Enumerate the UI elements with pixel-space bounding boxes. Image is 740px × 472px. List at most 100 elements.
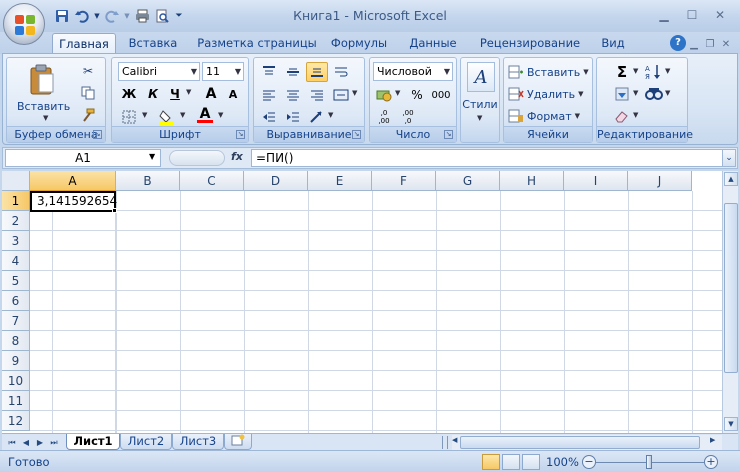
format-cells-dropdown-icon[interactable]: ▼ [575, 112, 580, 120]
fill-handle[interactable] [112, 208, 117, 213]
column-header-c[interactable]: C [180, 171, 244, 191]
column-header-j[interactable]: J [628, 171, 692, 191]
underline-dropdown-icon[interactable]: ▼ [186, 88, 191, 96]
wrap-text-icon[interactable] [330, 62, 352, 82]
currency-dropdown-icon[interactable]: ▼ [395, 89, 400, 97]
find-select-icon[interactable] [643, 84, 665, 104]
paste-dropdown-icon[interactable]: ▼ [43, 114, 48, 122]
align-middle-icon[interactable] [282, 62, 304, 82]
row-header-11[interactable]: 11 [2, 391, 30, 411]
clear-eraser-icon[interactable] [611, 106, 633, 126]
horizontal-scroll-thumb[interactable] [460, 436, 700, 449]
column-header-d[interactable]: D [244, 171, 308, 191]
autosum-dropdown-icon[interactable]: ▼ [633, 67, 638, 75]
name-box[interactable]: A1 [5, 149, 161, 167]
first-sheet-icon[interactable]: ⏮ [6, 436, 18, 449]
row-header-5[interactable]: 5 [2, 271, 30, 291]
last-sheet-icon[interactable]: ⏭ [48, 436, 60, 449]
insert-cells-button[interactable]: Вставить ▼ [508, 62, 589, 82]
doc-minimize-icon[interactable]: ▁ [686, 35, 702, 53]
next-sheet-icon[interactable]: ▶ [34, 436, 46, 449]
vertical-scrollbar[interactable]: ▲ ▼ [722, 171, 738, 433]
row-header-3[interactable]: 3 [2, 231, 30, 251]
currency-format-icon[interactable] [373, 85, 395, 105]
row-header-7[interactable]: 7 [2, 311, 30, 331]
prev-sheet-icon[interactable]: ◀ [20, 436, 32, 449]
formula-bar-handle[interactable] [169, 150, 225, 166]
borders-icon[interactable] [118, 107, 140, 127]
print-preview-icon[interactable] [152, 6, 172, 26]
autosum-button[interactable]: Σ [611, 62, 633, 82]
insert-function-icon[interactable]: fx [231, 150, 243, 163]
column-header-a[interactable]: A [30, 171, 116, 191]
column-header-b[interactable]: B [116, 171, 180, 191]
orientation-dropdown-icon[interactable]: ▼ [328, 111, 333, 119]
cell-a1[interactable]: 3,141592654 [30, 191, 117, 212]
help-icon[interactable]: ? [670, 35, 686, 51]
number-format-combo[interactable]: Числовой ▼ [373, 62, 453, 81]
row-header-2[interactable]: 2 [2, 211, 30, 231]
find-select-dropdown-icon[interactable]: ▼ [665, 89, 670, 97]
sheet-tab-2[interactable]: Лист2 [120, 434, 172, 450]
font-color-button[interactable]: A [194, 105, 216, 125]
align-left-icon[interactable] [258, 85, 280, 105]
tab-review[interactable]: Рецензирование [474, 33, 586, 54]
row-header-9[interactable]: 9 [2, 351, 30, 371]
number-format-dropdown-icon[interactable]: ▼ [444, 63, 450, 80]
merge-dropdown-icon[interactable]: ▼ [352, 89, 357, 97]
tab-home[interactable]: Главная [52, 33, 116, 54]
save-icon[interactable] [52, 6, 72, 26]
normal-view-icon[interactable] [482, 454, 500, 470]
underline-button[interactable]: Ч [164, 84, 186, 104]
clear-dropdown-icon[interactable]: ▼ [633, 111, 638, 119]
fill-dropdown-icon[interactable]: ▼ [633, 89, 638, 97]
tab-split-handle[interactable] [442, 436, 448, 449]
align-center-icon[interactable] [282, 85, 304, 105]
customize-qat-icon[interactable]: ⏷ [172, 6, 186, 26]
font-size-dropdown-icon[interactable]: ▼ [235, 63, 241, 80]
cut-icon[interactable]: ✂ [77, 61, 99, 81]
maximize-icon[interactable]: ☐ [678, 6, 706, 24]
column-header-f[interactable]: F [372, 171, 436, 191]
group-styles[interactable]: A Стили ▼ [460, 57, 500, 143]
cell-area[interactable] [30, 191, 722, 433]
bold-button[interactable]: Ж [118, 84, 140, 104]
column-header-i[interactable]: I [564, 171, 628, 191]
tab-view[interactable]: Вид [594, 33, 632, 54]
page-break-view-icon[interactable] [522, 454, 540, 470]
column-header-h[interactable]: H [500, 171, 564, 191]
expand-formula-bar-icon[interactable]: ⌄ [722, 149, 736, 167]
delete-cells-dropdown-icon[interactable]: ▼ [578, 90, 583, 98]
fill-color-dropdown-icon[interactable]: ▼ [180, 111, 185, 119]
column-header-e[interactable]: E [308, 171, 372, 191]
clipboard-launcher-icon[interactable]: ↘ [93, 130, 102, 139]
undo-dropdown-icon[interactable]: ▼ [92, 6, 102, 26]
tab-formulas[interactable]: Формулы [326, 33, 392, 54]
grow-font-button[interactable]: A [200, 84, 222, 104]
decrease-decimal-button[interactable]: ,00 ,0 [397, 107, 419, 127]
name-box-dropdown-icon[interactable]: ▼ [149, 152, 155, 161]
row-header-6[interactable]: 6 [2, 291, 30, 311]
zoom-slider-thumb[interactable] [646, 455, 652, 469]
merge-center-icon[interactable] [330, 85, 352, 105]
redo-icon[interactable] [102, 6, 122, 26]
fill-down-icon[interactable] [611, 84, 633, 104]
delete-cells-button[interactable]: Удалить ▼ [508, 84, 584, 104]
print-icon[interactable] [132, 6, 152, 26]
tab-insert[interactable]: Вставка [122, 33, 184, 54]
font-launcher-icon[interactable]: ↘ [236, 130, 245, 139]
alignment-launcher-icon[interactable]: ↘ [352, 130, 361, 139]
styles-dropdown-icon[interactable]: ▼ [477, 114, 482, 122]
percent-button[interactable]: % [406, 85, 428, 105]
insert-sheet-icon[interactable] [224, 434, 252, 450]
select-all-corner[interactable] [2, 171, 30, 191]
page-layout-view-icon[interactable] [502, 454, 520, 470]
font-size-combo[interactable]: 11 ▼ [202, 62, 244, 81]
zoom-in-icon[interactable]: + [704, 455, 718, 469]
horizontal-scrollbar[interactable]: ◀ ▶ [452, 435, 722, 450]
borders-dropdown-icon[interactable]: ▼ [142, 111, 147, 119]
number-launcher-icon[interactable]: ↘ [444, 130, 453, 139]
tab-page-layout[interactable]: Разметка страницы [192, 33, 322, 54]
row-header-12[interactable]: 12 [2, 411, 30, 431]
copy-icon[interactable] [77, 83, 99, 103]
